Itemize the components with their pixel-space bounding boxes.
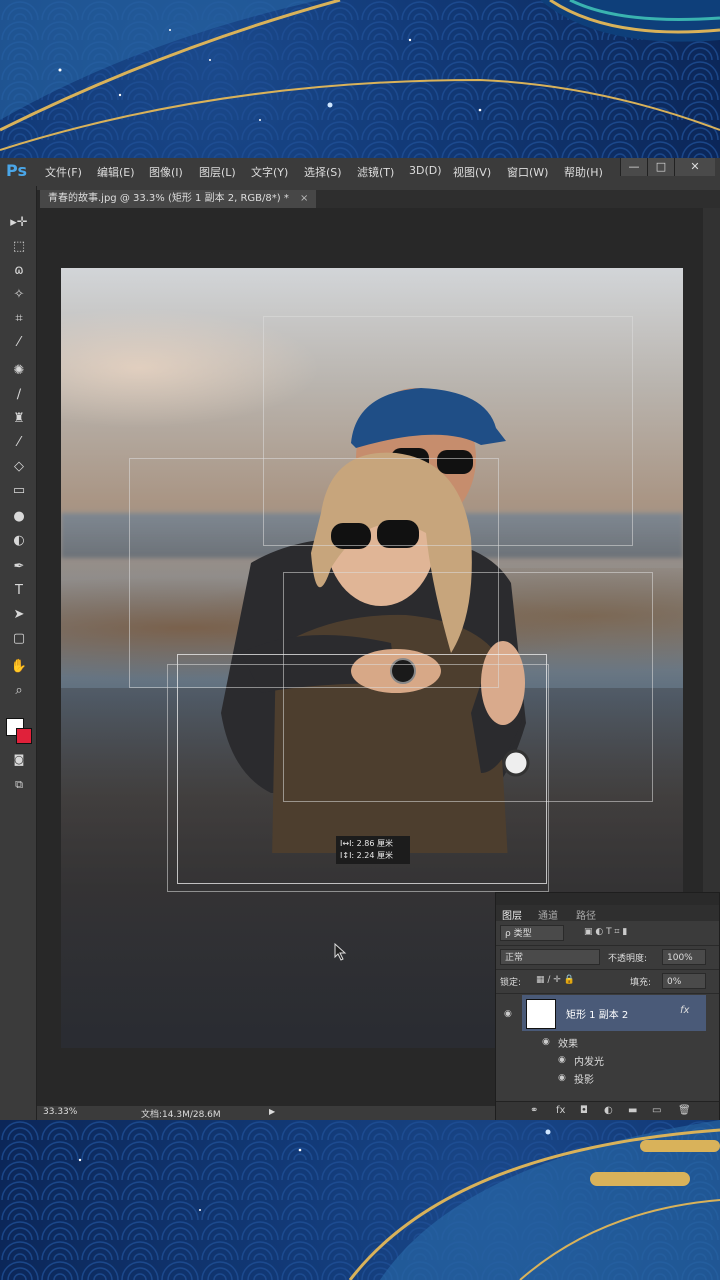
history-brush-tool-icon[interactable]: ⁄ <box>10 434 28 452</box>
tab-layers[interactable]: 图层 <box>502 907 522 922</box>
effects-label: 效果 <box>558 1039 578 1050</box>
move-tool-icon[interactable]: ▸✛ <box>10 214 28 232</box>
zoom-tool-icon[interactable]: ⌕ <box>10 682 28 700</box>
mouse-cursor-icon <box>334 943 347 961</box>
path-selection-tool-icon[interactable]: ➤ <box>10 606 28 624</box>
tab-channels[interactable]: 通道 <box>538 907 558 922</box>
menu-filter[interactable]: 滤镜(T) <box>357 164 394 180</box>
background-decoration-bottom <box>0 1120 720 1280</box>
layer-filter-select[interactable]: ρ 类型 <box>500 925 564 941</box>
fill-label: 填充: <box>630 978 652 988</box>
blend-row: 正常 不透明度: 100% <box>496 945 719 970</box>
menu-bar: Ps 文件(F) 编辑(E) 图像(I) 图层(L) 文字(Y) 选择(S) 滤… <box>0 158 720 187</box>
lasso-tool-icon[interactable]: ɷ <box>10 262 28 280</box>
photoshop-logo: Ps <box>6 161 27 180</box>
status-menu-arrow[interactable]: ▶ <box>269 1107 275 1116</box>
layer-visibility-eye-icon[interactable]: ◉ <box>504 1009 512 1019</box>
effect-inner-glow[interactable]: 内发光 <box>574 1053 604 1068</box>
tab-paths[interactable]: 路径 <box>576 907 596 922</box>
opacity-input[interactable]: 100% <box>662 949 706 965</box>
tools-panel: ▸✛ ⬚ ɷ ✧ ⌗ ⁄ ✺ ∕ ♜ ⁄ ◇ ▭ ● ◐ ✒ T ➤ ▢ ✋ ⌕… <box>0 186 37 1120</box>
dodge-tool-icon[interactable]: ◐ <box>10 532 28 550</box>
magic-wand-tool-icon[interactable]: ✧ <box>10 286 28 304</box>
measure-width: I↔I: 2.86 厘米 <box>340 839 394 848</box>
eraser-tool-icon[interactable]: ◇ <box>10 458 28 476</box>
filter-icons[interactable]: ▣ ◐ T ⌗ ▮ <box>584 927 627 937</box>
gradient-tool-icon[interactable]: ▭ <box>10 482 28 500</box>
menu-file[interactable]: 文件(F) <box>45 164 82 180</box>
menu-view[interactable]: 视图(V) <box>453 164 491 180</box>
type-tool-icon[interactable]: T <box>10 582 28 600</box>
layers-panel-footer: ⚭ fx ◘ ◐ ▬ ▭ 🗑 <box>496 1101 719 1120</box>
background-color-swatch[interactable] <box>16 728 32 744</box>
photoshop-window: Ps 文件(F) 编辑(E) 图像(I) 图层(L) 文字(Y) 选择(S) 滤… <box>0 158 720 1120</box>
new-group-icon[interactable]: ▬ <box>628 1105 637 1116</box>
eyedropper-tool-icon[interactable]: ⁄ <box>10 334 28 352</box>
effects-eye-icon[interactable]: ◉ <box>542 1037 550 1047</box>
menu-3d[interactable]: 3D(D) <box>409 164 442 177</box>
panel-tabs: 图层 通道 路径 <box>496 905 719 922</box>
clone-stamp-tool-icon[interactable]: ♜ <box>10 410 28 428</box>
link-layers-icon[interactable]: ⚭ <box>530 1105 538 1116</box>
blend-mode-select[interactable]: 正常 <box>500 949 600 965</box>
close-window-button[interactable]: ✕ <box>674 158 715 176</box>
measurement-tooltip: I↔I: 2.86 厘米 I↕I: 2.24 厘米 <box>336 836 410 864</box>
crop-tool-icon[interactable]: ⌗ <box>10 310 28 328</box>
hand-tool-icon[interactable]: ✋ <box>10 658 28 676</box>
layer-row-selected[interactable]: 矩形 1 副本 2 fx <box>522 995 706 1031</box>
wave-pattern-top <box>0 0 720 158</box>
layers-panel: 图层 通道 路径 ρ 类型 ▣ ◐ T ⌗ ▮ 正常 不透明度: 100% 锁定… <box>495 892 720 1120</box>
inner-glow-eye-icon[interactable]: ◉ <box>558 1055 566 1065</box>
brush-tool-icon[interactable]: ∕ <box>10 386 28 404</box>
background-decoration-top <box>0 0 720 158</box>
blur-tool-icon[interactable]: ● <box>10 508 28 526</box>
opacity-label: 不透明度: <box>608 954 648 964</box>
layer-filter-row: ρ 类型 ▣ ◐ T ⌗ ▮ <box>496 921 719 946</box>
layer-fx-icon[interactable]: fx <box>680 1005 689 1016</box>
document-tab-row: 青春的故事.jpg @ 33.3% (矩形 1 副本 2, RGB/8*) * … <box>40 190 720 208</box>
lock-row: 锁定: ▦ ∕ ✛ 🔒 填充: 0% <box>496 969 719 994</box>
menu-help[interactable]: 帮助(H) <box>564 164 603 180</box>
measure-height: I↕I: 2.24 厘米 <box>340 851 394 860</box>
menu-type[interactable]: 文字(Y) <box>251 164 288 180</box>
new-layer-icon[interactable]: ▭ <box>652 1105 661 1116</box>
layer-thumbnail <box>526 999 556 1029</box>
status-bar: 33.33% 文档:14.3M/28.6M ▶ <box>37 1106 495 1120</box>
wave-pattern-bottom <box>0 1120 720 1280</box>
effect-drop-shadow[interactable]: 投影 <box>574 1071 594 1086</box>
menu-select[interactable]: 选择(S) <box>304 164 342 180</box>
screen-mode-icon[interactable]: ⧉ <box>10 776 28 794</box>
maximize-button[interactable]: □ <box>647 158 674 176</box>
quick-mask-icon[interactable]: ◙ <box>10 751 28 769</box>
add-mask-icon[interactable]: ◘ <box>580 1105 588 1116</box>
rectangle-tool-icon[interactable]: ▢ <box>10 630 28 648</box>
panel-header <box>496 893 719 905</box>
menu-layer[interactable]: 图层(L) <box>199 164 236 180</box>
menu-window[interactable]: 窗口(W) <box>507 164 548 180</box>
layer-name: 矩形 1 副本 2 <box>566 1010 629 1021</box>
lock-label: 锁定: <box>500 978 522 988</box>
minimize-button[interactable]: — <box>620 158 647 176</box>
document-size: 文档:14.3M/28.6M <box>141 1110 221 1120</box>
fill-input[interactable]: 0% <box>662 973 706 989</box>
close-tab-icon[interactable]: × <box>300 193 308 204</box>
document-tab[interactable]: 青春的故事.jpg @ 33.3% (矩形 1 副本 2, RGB/8*) * … <box>40 190 317 208</box>
marquee-tool-icon[interactable]: ⬚ <box>10 238 28 256</box>
document-tab-title: 青春的故事.jpg @ 33.3% (矩形 1 副本 2, RGB/8*) * <box>48 193 289 204</box>
lock-icons[interactable]: ▦ ∕ ✛ 🔒 <box>536 975 575 985</box>
pen-tool-icon[interactable]: ✒ <box>10 558 28 576</box>
zoom-level[interactable]: 33.33% <box>43 1107 77 1117</box>
delete-layer-icon[interactable]: 🗑 <box>678 1105 691 1116</box>
menu-image[interactable]: 图像(I) <box>149 164 183 180</box>
menu-edit[interactable]: 编辑(E) <box>97 164 135 180</box>
adjustment-layer-icon[interactable]: ◐ <box>604 1105 613 1116</box>
healing-brush-tool-icon[interactable]: ✺ <box>10 362 28 380</box>
add-style-icon[interactable]: fx <box>556 1105 565 1116</box>
drop-shadow-eye-icon[interactable]: ◉ <box>558 1073 566 1083</box>
